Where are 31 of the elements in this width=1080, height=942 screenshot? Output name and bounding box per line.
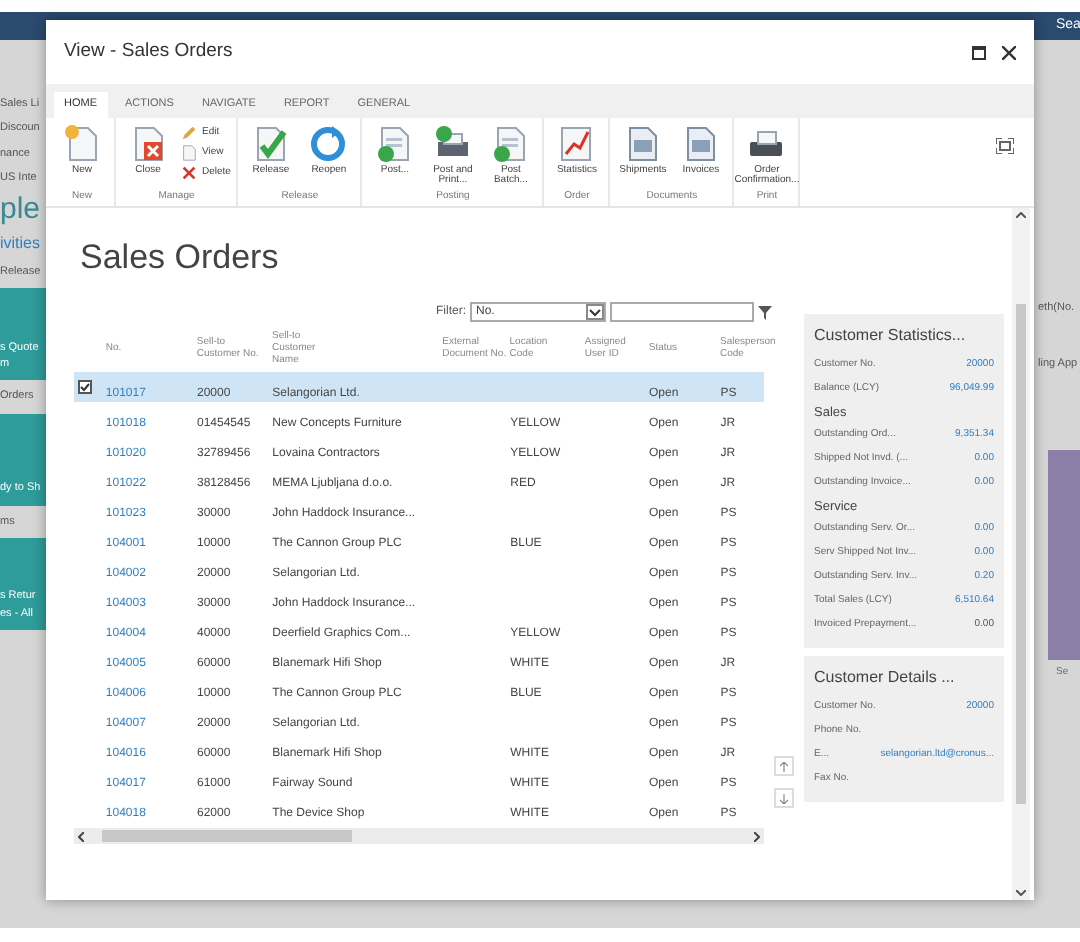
background-link[interactable]: ivities <box>0 232 48 256</box>
document-plus-icon <box>374 124 415 164</box>
collapse-icon[interactable] <box>996 138 1014 154</box>
factbox-title[interactable]: Customer Details ... <box>814 666 994 690</box>
document-plus-icon <box>490 124 531 164</box>
chevron-up-icon <box>1016 212 1026 218</box>
page-title: Sales Orders <box>78 236 281 280</box>
maximize-icon[interactable] <box>972 45 986 59</box>
factbox-title[interactable]: Customer Statistics... <box>814 324 994 348</box>
window-title: View - Sales Orders <box>64 37 233 66</box>
arrow-down-icon <box>780 793 788 803</box>
scroll-top-button[interactable] <box>774 756 794 776</box>
delete-icon <box>180 164 198 182</box>
funnel-icon[interactable] <box>758 305 772 319</box>
chevron-down-icon <box>586 304 604 320</box>
checkbox[interactable] <box>78 380 93 394</box>
close-icon[interactable] <box>1002 45 1016 59</box>
background-title: ple <box>0 194 43 224</box>
horizontal-scrollbar[interactable] <box>74 828 764 844</box>
refresh-icon <box>308 124 349 164</box>
new-document-icon <box>62 124 102 164</box>
arrow-up-icon <box>780 761 788 771</box>
chevron-left-icon[interactable] <box>78 831 84 841</box>
filter-input[interactable] <box>610 302 754 322</box>
chevron-right-icon[interactable] <box>754 831 760 841</box>
scroll-bottom-button[interactable] <box>774 788 794 808</box>
chevron-down-icon <box>1016 890 1026 896</box>
line-chart-icon <box>556 124 597 164</box>
document-icon <box>180 144 198 162</box>
vertical-scrollbar[interactable] <box>1012 208 1030 900</box>
pencil-icon <box>180 124 198 142</box>
